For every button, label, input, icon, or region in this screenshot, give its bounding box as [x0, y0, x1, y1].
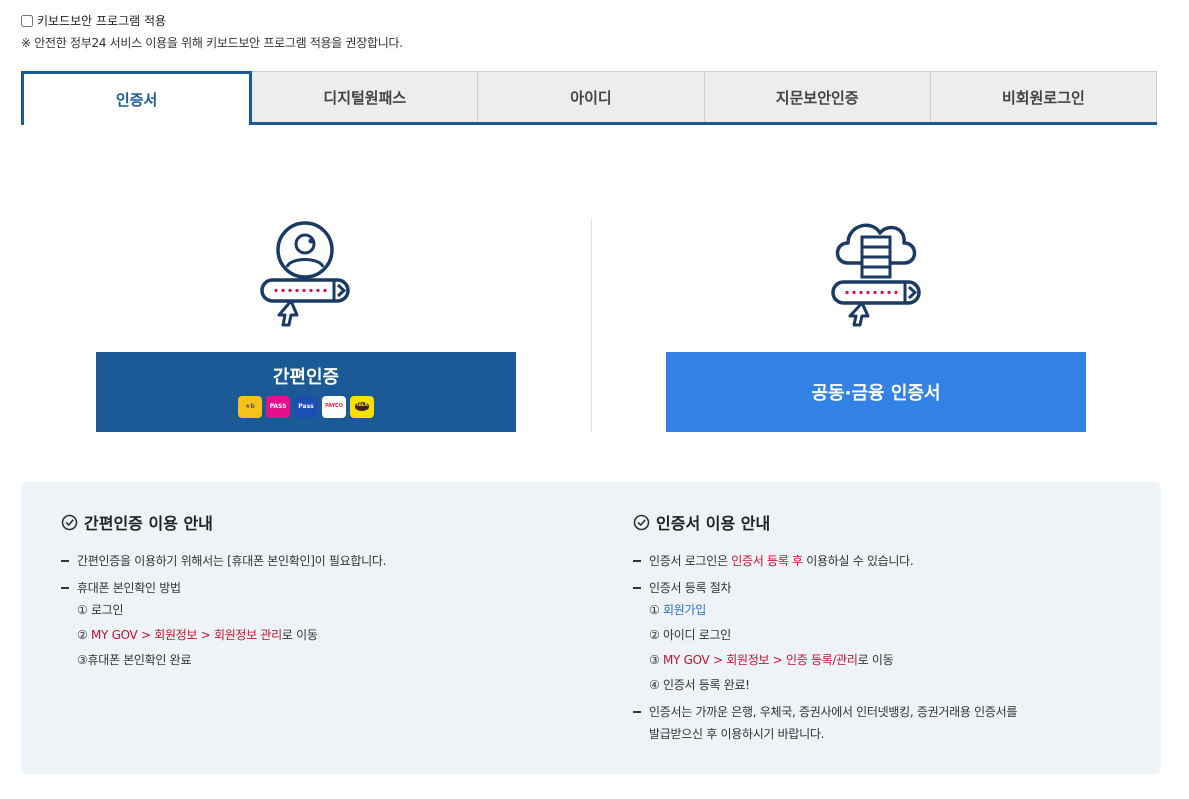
tab-certificate[interactable]: 인증서 [21, 71, 253, 125]
cert-guide-step-1: ① 회원가입 [633, 601, 706, 618]
cert-guide-text: 인증서 로그인은 [649, 554, 732, 568]
cert-guide-highlight: 인증서 등록 후 [731, 554, 803, 568]
simple-guide-step-2: ② MY GOV > 회원정보 > 회원정보 관리로 이동 [61, 626, 318, 643]
simple-guide-title: 간편인증 이용 안내 [61, 510, 213, 534]
pass-logo: PASS [266, 395, 290, 418]
payco-logo: PAYCO [322, 395, 346, 418]
tab-non-member[interactable]: 비회원로그인 [930, 71, 1158, 122]
cert-guide-path-highlight: MY GOV > 회원정보 > 인증 등록/관리 [662, 653, 858, 667]
simple-guide-path-highlight: MY GOV > 회원정보 > 회원정보 관리 [90, 628, 282, 642]
kb-cert-logo: ★b [238, 395, 262, 418]
keyboard-security-checkbox[interactable] [21, 14, 33, 27]
simple-guide-step-3: ③휴대폰 본인확인 완료 [77, 653, 192, 667]
cert-guide-step-3: ③ MY GOV > 회원정보 > 인증 등록/관리로 이동 [633, 651, 894, 668]
user-password-login-icon [255, 215, 355, 327]
list-item: 인증서 등록 절차 [633, 579, 732, 596]
signup-link[interactable]: 회원가입 [663, 603, 706, 617]
cert-guide-title-text: 인증서 이용 안내 [656, 514, 771, 533]
cert-guide-text-continued: 발급받으신 후 이용하시기 바랍니다. [649, 727, 825, 741]
cert-guide-title: 인증서 이용 안내 [633, 510, 770, 534]
list-item: 간편인증을 이용하기 위해서는 [휴대폰 본인확인]이 필요합니다. [61, 552, 386, 569]
kakao-talk-logo: TALK [350, 395, 374, 418]
simple-auth-label: 간편인증 [272, 366, 340, 388]
tab-fingerprint[interactable]: 지문보안인증 [704, 71, 931, 122]
cert-guide-text: 이용하실 수 있습니다. [802, 554, 914, 568]
list-item: 인증서는 가까운 은행, 우체국, 증권사에서 인터넷뱅킹, 증권거래용 인증서… [633, 703, 1017, 720]
keyboard-security-option[interactable]: 키보드보안 프로그램 적용 [21, 12, 166, 29]
joint-financial-certificate-button[interactable]: 공동·금융 인증서 [666, 352, 1086, 432]
list-item: 휴대폰 본인확인 방법 [61, 579, 181, 596]
tab-id[interactable]: 아이디 [478, 71, 705, 122]
check-circle-icon [61, 514, 78, 530]
step-number: ① [649, 603, 663, 617]
samsung-pass-logo: Pass [294, 395, 318, 418]
usage-guide-panel: 간편인증 이용 안내 간편인증을 이용하기 위해서는 [휴대폰 본인확인]이 필… [21, 482, 1161, 774]
simple-auth-button[interactable]: 간편인증 ★b PASS Pass PAYCO TALK [96, 352, 516, 432]
keyboard-security-notice: ※ 안전한 정부24 서비스 이용을 위해 키보드보안 프로그램 적용을 권장합… [21, 36, 403, 50]
step-suffix: 로 이동 [281, 628, 318, 642]
check-circle-icon [633, 514, 650, 530]
simple-guide-title-text: 간편인증 이용 안내 [84, 514, 213, 533]
list-item: 인증서 로그인은 인증서 등록 후 이용하실 수 있습니다. [633, 552, 914, 569]
cert-guide-text: 인증서 등록 절차 [649, 581, 732, 595]
cloud-certificate-login-icon [826, 215, 926, 327]
cert-guide-step-2: ② 아이디 로그인 [649, 628, 731, 642]
login-method-tabs: 인증서 디지털원패스 아이디 지문보안인증 비회원로그인 [21, 71, 1158, 125]
cert-guide-text: 인증서는 가까운 은행, 우체국, 증권사에서 인터넷뱅킹, 증권거래용 인증서… [649, 705, 1018, 719]
step-number: ③ [649, 653, 663, 667]
provider-logos: ★b PASS Pass PAYCO TALK [238, 395, 374, 418]
simple-guide-item-text: 휴대폰 본인확인 방법 [77, 581, 181, 595]
option-divider [591, 218, 592, 432]
step-number: ② [77, 628, 91, 642]
tab-digital-onepass[interactable]: 디지털원패스 [252, 71, 479, 122]
step-suffix: 로 이동 [857, 653, 894, 667]
cert-guide-step-4: ④ 인증서 등록 완료! [649, 678, 750, 692]
simple-guide-step-1: ① 로그인 [77, 603, 124, 617]
keyboard-security-label: 키보드보안 프로그램 적용 [37, 14, 167, 28]
simple-guide-item-text: 간편인증을 이용하기 위해서는 [휴대폰 본인확인]이 필요합니다. [77, 554, 387, 568]
